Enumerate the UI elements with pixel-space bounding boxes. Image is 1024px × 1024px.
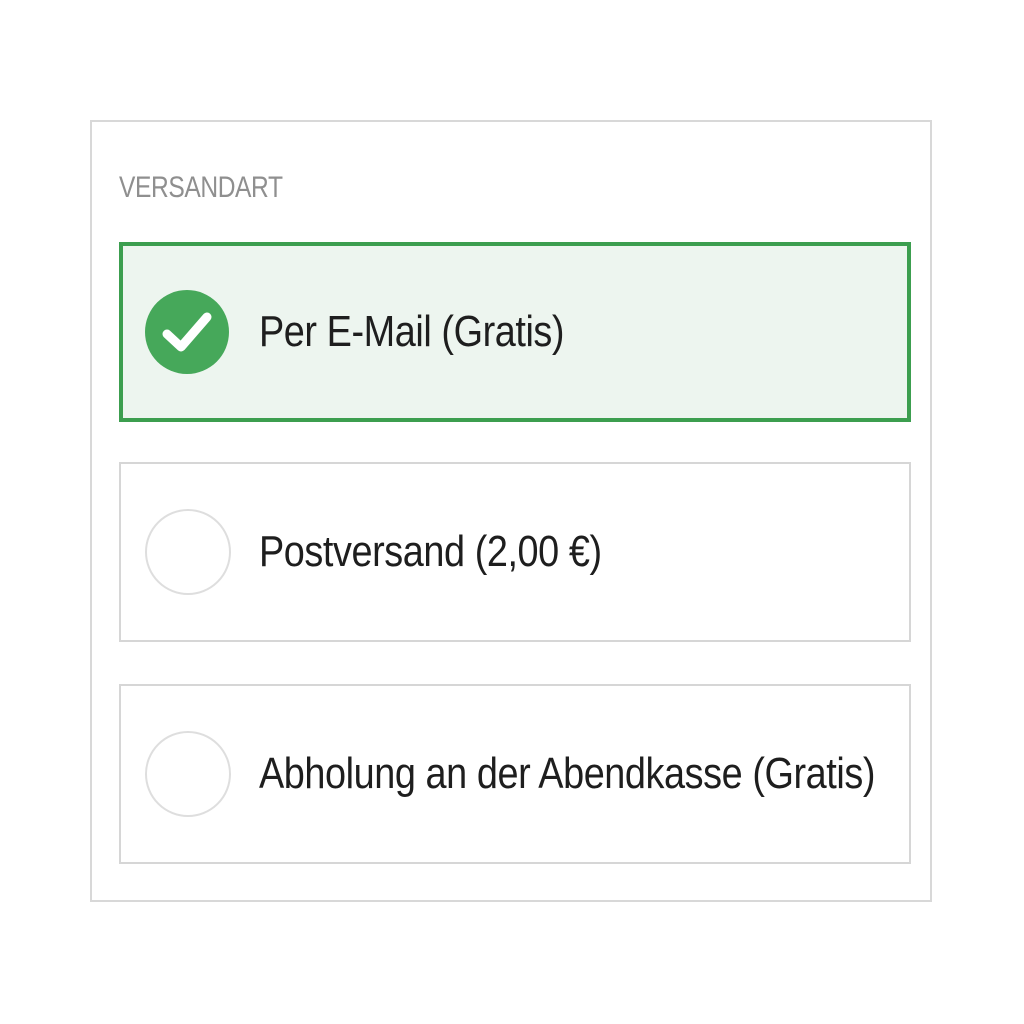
shipping-option-post[interactable]: Postversand (2,00 €) [119,462,911,642]
shipping-option-email[interactable]: Per E-Mail (Gratis) [119,242,911,422]
shipping-option-label: Postversand (2,00 €) [259,527,602,576]
radio-unchecked-icon[interactable] [145,731,231,817]
section-label: VERSANDART [119,171,283,204]
shipping-option-label: Per E-Mail (Gratis) [259,307,565,356]
checkmark-icon [162,312,212,352]
shipping-option-pickup[interactable]: Abholung an der Abendkasse (Gratis) [119,684,911,864]
radio-checked-icon[interactable] [145,290,229,374]
radio-unchecked-icon[interactable] [145,509,231,595]
shipping-method-panel: VERSANDART Per E-Mail (Gratis) Postversa… [90,120,932,902]
shipping-option-label: Abholung an der Abendkasse (Gratis) [259,749,876,798]
